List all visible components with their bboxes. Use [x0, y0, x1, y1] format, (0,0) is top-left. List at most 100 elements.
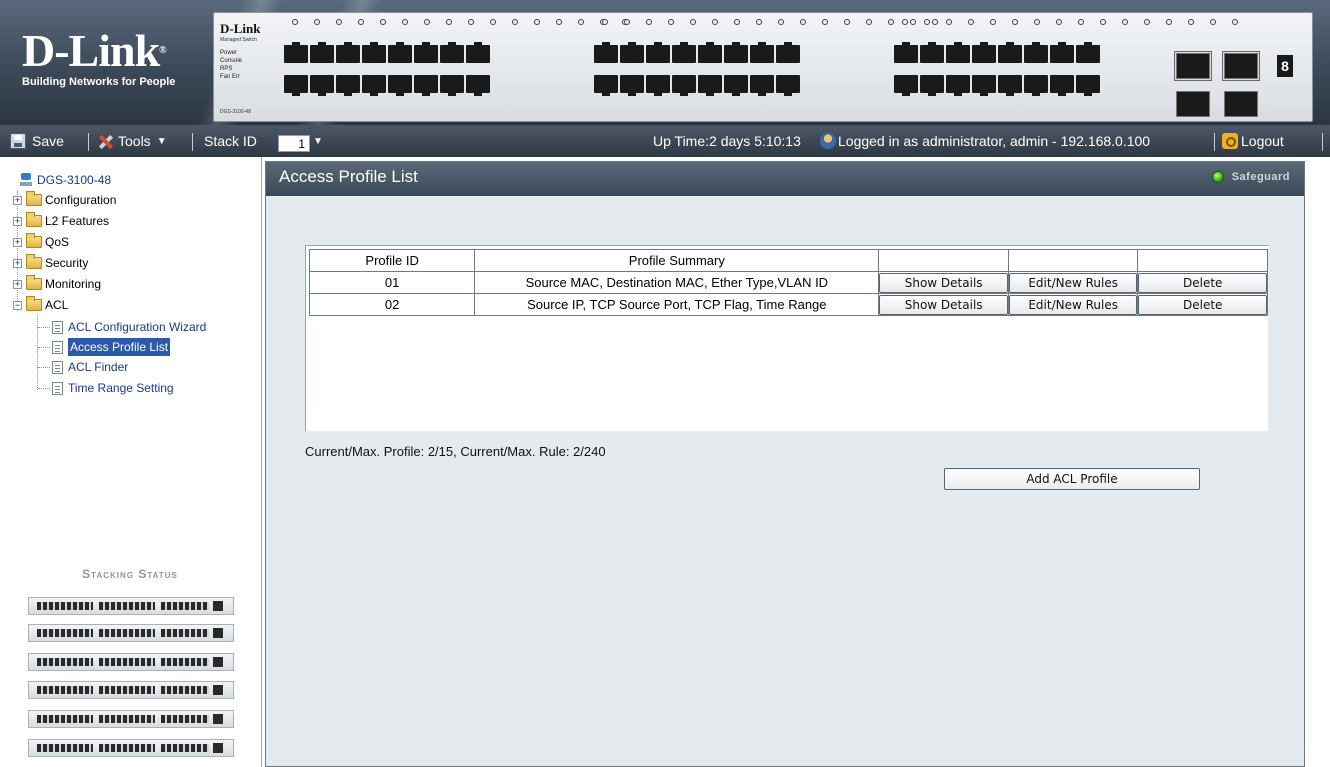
expand-plus-icon[interactable]: + — [13, 279, 22, 289]
tree-item-label: Access Profile List — [68, 338, 171, 356]
column-header: Profile Summary — [474, 249, 880, 272]
page-icon — [52, 340, 63, 354]
delete-button[interactable]: Delete — [1138, 294, 1267, 315]
table-header-row: Profile ID Profile Summary — [308, 249, 1268, 272]
folder-icon — [26, 191, 42, 206]
login-status-text: Logged in as administrator, admin - 192.… — [838, 133, 1151, 149]
stack-unit[interactable] — [28, 739, 234, 757]
profile-summary-cell: Source MAC, Destination MAC, Ether Type,… — [474, 271, 880, 294]
combo-port — [1224, 53, 1258, 79]
page-title: Access Profile List — [279, 167, 418, 186]
collapse-minus-icon[interactable]: − — [13, 300, 22, 310]
expand-plus-icon[interactable]: + — [13, 216, 22, 226]
led-label: Fan Err — [220, 74, 241, 80]
switch-front-panel-image: D-Link Managed Switch Power Console RPS … — [213, 12, 1313, 122]
column-header — [878, 249, 1009, 272]
tree-item-label: L2 Features — [45, 214, 110, 228]
edit-new-rules-button[interactable]: Edit/New Rules — [1008, 272, 1138, 293]
port-group-1 — [284, 19, 628, 96]
open-folder-icon — [26, 296, 42, 311]
profile-table-container: Profile ID Profile Summary 01 Source MAC… — [305, 245, 1269, 432]
tree-item-l2-features[interactable]: + L2 Features — [13, 212, 109, 230]
tree-item-access-profile-list[interactable]: Access Profile List — [52, 338, 171, 356]
switch-icon — [20, 173, 32, 187]
access-profile-table: Profile ID Profile Summary 01 Source MAC… — [308, 249, 1268, 316]
table-row: 02 Source IP, TCP Source Port, TCP Flag,… — [308, 293, 1268, 316]
tree-item-configuration[interactable]: + Configuration — [13, 191, 116, 209]
logout-icon — [1222, 133, 1238, 149]
tree-item-label: Monitoring — [45, 277, 102, 291]
access-profile-panel: Access Profile List Safeguard Profile ID… — [265, 161, 1305, 767]
tree-item-security[interactable]: + Security — [13, 254, 88, 272]
tree-item-label: ACL Configuration Wizard — [68, 320, 207, 334]
folder-icon — [26, 275, 42, 290]
page-icon — [52, 320, 63, 334]
show-details-button[interactable]: Show Details — [879, 272, 1008, 293]
logout-button[interactable]: Logout — [1222, 125, 1284, 157]
sfp-port — [1176, 91, 1210, 117]
tools-icon — [96, 133, 114, 149]
tree-item-acl-configuration-wizard[interactable]: ACL Configuration Wizard — [52, 318, 206, 336]
stack-id-select[interactable]: 1 — [278, 135, 310, 152]
tree-item-acl[interactable]: − ACL — [13, 296, 68, 314]
tree-item-label: ACL — [45, 298, 69, 312]
edit-new-rules-button[interactable]: Edit/New Rules — [1008, 294, 1138, 315]
toolbar: Save Tools ▼ Stack ID 1 ▼ Up Time:2 days… — [0, 125, 1330, 157]
tree-item-label: ACL Finder — [68, 360, 129, 374]
logo-brand-text: D-Link — [22, 25, 160, 76]
device-subtitle: Managed Switch — [220, 37, 257, 43]
delete-button[interactable]: Delete — [1138, 272, 1267, 293]
tools-label: Tools — [118, 133, 151, 149]
profile-id-cell: 02 — [308, 293, 476, 316]
header-banner: D-Link® Building Networks for People D-L… — [0, 0, 1330, 125]
combo-port — [1176, 53, 1210, 79]
stack-unit[interactable] — [28, 710, 234, 728]
dlink-logo: D-Link® Building Networks for People — [22, 25, 212, 89]
tree-item-label: QoS — [45, 235, 70, 249]
folder-icon — [26, 233, 42, 248]
show-details-button[interactable]: Show Details — [879, 294, 1008, 315]
column-header: Profile ID — [308, 249, 476, 272]
save-icon — [10, 133, 26, 149]
tree-root-device[interactable]: DGS-3100-48 — [20, 171, 111, 189]
stack-unit[interactable] — [28, 653, 234, 671]
tree-root-label: DGS-3100-48 — [37, 173, 112, 187]
tree-item-monitoring[interactable]: + Monitoring — [13, 275, 101, 293]
folder-icon — [26, 254, 42, 269]
save-button[interactable]: Save — [10, 125, 64, 157]
led-label: RPS — [220, 66, 233, 72]
profile-rule-count-text: Current/Max. Profile: 2/15, Current/Max.… — [305, 444, 606, 459]
logout-label: Logout — [1241, 133, 1284, 149]
tree-item-qos[interactable]: + QoS — [13, 233, 69, 251]
tree-item-label: Security — [45, 256, 89, 270]
add-acl-profile-button[interactable]: Add ACL Profile — [944, 468, 1200, 490]
table-row: 01 Source MAC, Destination MAC, Ether Ty… — [308, 271, 1268, 294]
stack-id-label: Stack ID — [204, 133, 257, 149]
tree-item-acl-finder[interactable]: ACL Finder — [52, 358, 128, 376]
profile-id-cell: 01 — [308, 271, 476, 294]
led-label: Console — [220, 58, 243, 64]
stack-id-dropdown-arrow-icon[interactable]: ▼ — [313, 125, 323, 157]
main-content: Access Profile List Safeguard Profile ID… — [263, 157, 1330, 767]
sfp-port — [1224, 91, 1258, 117]
device-led-labels: Power Console RPS Fan Err — [220, 49, 242, 81]
safeguard-indicator: Safeguard — [1211, 171, 1290, 183]
column-header — [1007, 249, 1139, 272]
port-group-2 — [594, 19, 938, 96]
stack-unit[interactable] — [28, 681, 234, 699]
safeguard-label: Safeguard — [1231, 171, 1290, 183]
stacking-status-title: Stacking Status — [82, 567, 178, 581]
page-icon — [52, 381, 63, 395]
tree-item-time-range-setting[interactable]: Time Range Setting — [52, 379, 174, 397]
expand-plus-icon[interactable]: + — [13, 237, 22, 247]
expand-plus-icon[interactable]: + — [13, 258, 22, 268]
expand-plus-icon[interactable]: + — [13, 195, 22, 205]
uptime-text: Up Time:2 days 5:10:13 — [653, 133, 801, 149]
tree-item-label: Time Range Setting — [68, 381, 174, 395]
stack-unit[interactable] — [28, 624, 234, 642]
tools-menu[interactable]: Tools ▼ — [96, 125, 167, 157]
panel-header: Access Profile List Safeguard — [266, 162, 1304, 196]
profile-summary-cell: Source IP, TCP Source Port, TCP Flag, Ti… — [474, 293, 880, 316]
stack-unit[interactable] — [28, 597, 234, 615]
save-label: Save — [32, 133, 64, 149]
